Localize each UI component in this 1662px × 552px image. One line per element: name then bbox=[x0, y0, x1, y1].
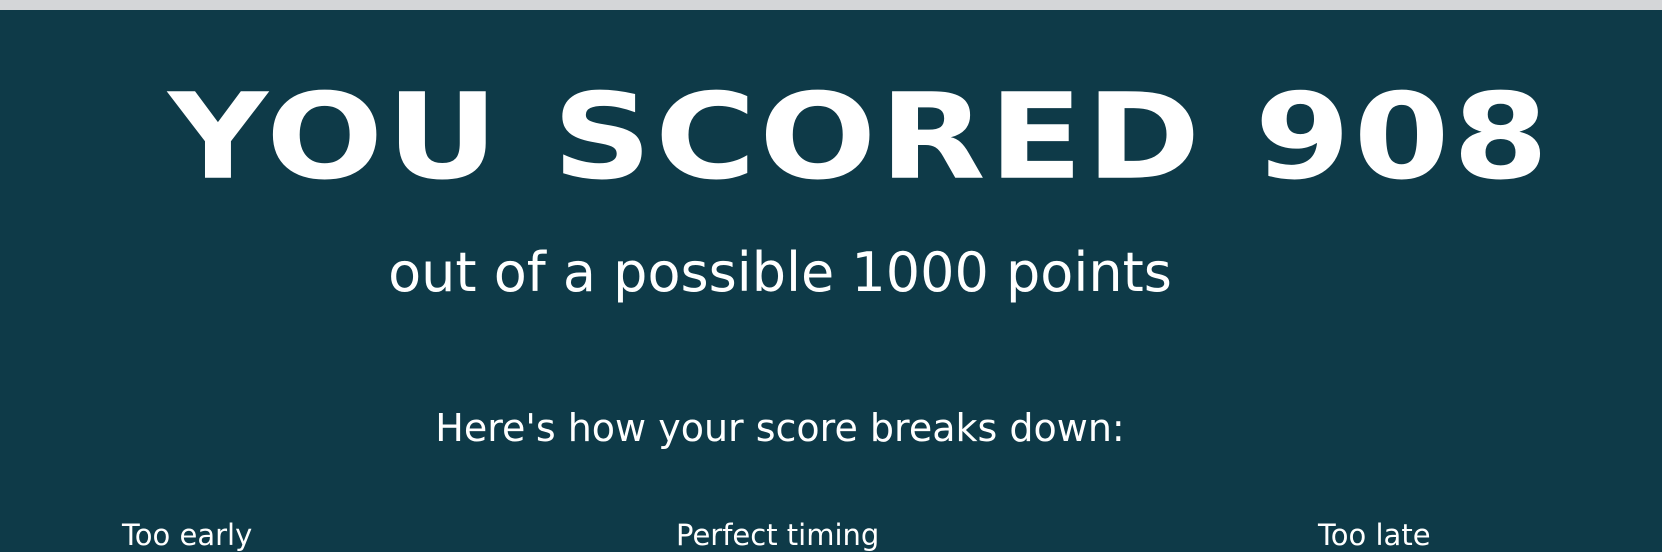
top-border bbox=[0, 0, 1662, 10]
score-headline: YOU SCORED 908 bbox=[168, 67, 1552, 207]
score-results-panel: YOU SCORED 908 out of a possible 1000 po… bbox=[0, 10, 1662, 552]
score-breakdown-heading: Here's how your score breaks down: bbox=[435, 406, 1125, 450]
timing-label-perfect-timing: Perfect timing bbox=[676, 518, 880, 552]
score-out-of-text: out of a possible 1000 points bbox=[388, 241, 1172, 304]
timing-label-too-late: Too late bbox=[1318, 518, 1431, 552]
timing-label-too-early: Too early bbox=[122, 518, 253, 552]
